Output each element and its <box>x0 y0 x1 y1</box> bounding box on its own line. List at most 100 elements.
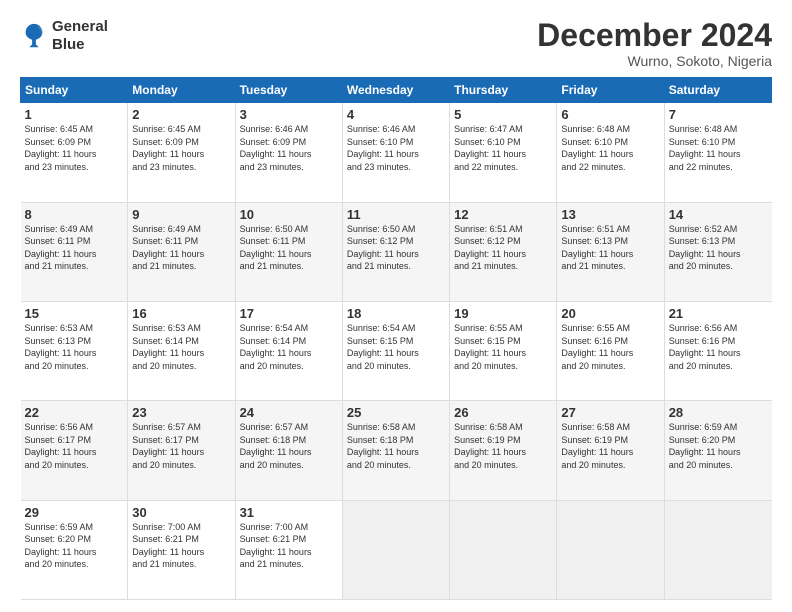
logo-text: General Blue <box>52 18 108 54</box>
calendar-cell: 27Sunrise: 6:58 AM Sunset: 6:19 PM Dayli… <box>557 401 664 500</box>
day-number: 11 <box>347 207 445 222</box>
calendar-cell: 10Sunrise: 6:50 AM Sunset: 6:11 PM Dayli… <box>235 202 342 301</box>
day-info: Sunrise: 7:00 AM Sunset: 6:21 PM Dayligh… <box>132 521 230 571</box>
weekday-header: Tuesday <box>235 78 342 103</box>
day-number: 23 <box>132 405 230 420</box>
day-number: 10 <box>240 207 338 222</box>
calendar-cell: 30Sunrise: 7:00 AM Sunset: 6:21 PM Dayli… <box>128 500 235 599</box>
day-number: 25 <box>347 405 445 420</box>
day-info: Sunrise: 6:54 AM Sunset: 6:15 PM Dayligh… <box>347 322 445 372</box>
day-number: 16 <box>132 306 230 321</box>
calendar-week-row: 8 Sunrise: 6:49 AM Sunset: 6:11 PM Daylig… <box>21 202 772 301</box>
day-number: 24 <box>240 405 338 420</box>
weekday-header: Saturday <box>664 78 771 103</box>
day-info: Sunrise: 6:54 AM Sunset: 6:14 PM Dayligh… <box>240 322 338 372</box>
weekday-header: Thursday <box>450 78 557 103</box>
calendar-cell: 5Sunrise: 6:47 AM Sunset: 6:10 PM Daylig… <box>450 103 557 202</box>
calendar-cell: 29Sunrise: 6:59 AM Sunset: 6:20 PM Dayli… <box>21 500 128 599</box>
day-number: 5 <box>454 107 552 122</box>
calendar-cell: 28Sunrise: 6:59 AM Sunset: 6:20 PM Dayli… <box>664 401 771 500</box>
day-number: 4 <box>347 107 445 122</box>
calendar-cell: 18Sunrise: 6:54 AM Sunset: 6:15 PM Dayli… <box>342 301 449 400</box>
calendar-cell: 6Sunrise: 6:48 AM Sunset: 6:10 PM Daylig… <box>557 103 664 202</box>
day-info: Sunrise: 6:55 AM Sunset: 6:16 PM Dayligh… <box>561 322 659 372</box>
day-info: Sunrise: 6:48 AM Sunset: 6:10 PM Dayligh… <box>561 123 659 173</box>
calendar-week-row: 22Sunrise: 6:56 AM Sunset: 6:17 PM Dayli… <box>21 401 772 500</box>
day-number: 22 <box>25 405 124 420</box>
calendar-cell: 23Sunrise: 6:57 AM Sunset: 6:17 PM Dayli… <box>128 401 235 500</box>
day-info: Sunrise: 6:49 AM Sunset: 6:11 PM Dayligh… <box>132 223 230 273</box>
day-info: Sunrise: 6:53 AM Sunset: 6:13 PM Dayligh… <box>25 322 124 372</box>
day-info: Sunrise: 6:53 AM Sunset: 6:14 PM Dayligh… <box>132 322 230 372</box>
day-info: Sunrise: 6:58 AM Sunset: 6:19 PM Dayligh… <box>454 421 552 471</box>
calendar-cell: 2Sunrise: 6:45 AM Sunset: 6:09 PM Daylig… <box>128 103 235 202</box>
day-number: 7 <box>669 107 768 122</box>
day-number: 27 <box>561 405 659 420</box>
calendar-cell: 13Sunrise: 6:51 AM Sunset: 6:13 PM Dayli… <box>557 202 664 301</box>
calendar-table: SundayMondayTuesdayWednesdayThursdayFrid… <box>20 77 772 600</box>
calendar-cell: 7Sunrise: 6:48 AM Sunset: 6:10 PM Daylig… <box>664 103 771 202</box>
calendar-cell: 14Sunrise: 6:52 AM Sunset: 6:13 PM Dayli… <box>664 202 771 301</box>
day-number: 28 <box>669 405 768 420</box>
day-number: 8 <box>25 207 124 222</box>
day-info: Sunrise: 6:46 AM Sunset: 6:09 PM Dayligh… <box>240 123 338 173</box>
day-number: 2 <box>132 107 230 122</box>
weekday-header: Sunday <box>21 78 128 103</box>
calendar-cell: 15Sunrise: 6:53 AM Sunset: 6:13 PM Dayli… <box>21 301 128 400</box>
day-number: 19 <box>454 306 552 321</box>
day-info: Sunrise: 6:46 AM Sunset: 6:10 PM Dayligh… <box>347 123 445 173</box>
calendar-cell: 4Sunrise: 6:46 AM Sunset: 6:10 PM Daylig… <box>342 103 449 202</box>
day-info: Sunrise: 6:52 AM Sunset: 6:13 PM Dayligh… <box>669 223 768 273</box>
logo-icon <box>20 22 48 50</box>
day-info: Sunrise: 6:45 AM Sunset: 6:09 PM Dayligh… <box>25 123 124 173</box>
calendar-cell: 25Sunrise: 6:58 AM Sunset: 6:18 PM Dayli… <box>342 401 449 500</box>
day-number: 30 <box>132 505 230 520</box>
header: General Blue December 2024 Wurno, Sokoto… <box>20 18 772 69</box>
month-title: December 2024 <box>537 18 772 53</box>
day-info: Sunrise: 6:50 AM Sunset: 6:11 PM Dayligh… <box>240 223 338 273</box>
weekday-header: Friday <box>557 78 664 103</box>
calendar-cell: 26Sunrise: 6:58 AM Sunset: 6:19 PM Dayli… <box>450 401 557 500</box>
day-info: Sunrise: 6:47 AM Sunset: 6:10 PM Dayligh… <box>454 123 552 173</box>
day-number: 6 <box>561 107 659 122</box>
page: General Blue December 2024 Wurno, Sokoto… <box>0 0 792 612</box>
day-info: Sunrise: 6:57 AM Sunset: 6:18 PM Dayligh… <box>240 421 338 471</box>
calendar-cell: 21Sunrise: 6:56 AM Sunset: 6:16 PM Dayli… <box>664 301 771 400</box>
weekday-header: Monday <box>128 78 235 103</box>
day-number: 9 <box>132 207 230 222</box>
day-number: 12 <box>454 207 552 222</box>
day-info: Sunrise: 6:59 AM Sunset: 6:20 PM Dayligh… <box>669 421 768 471</box>
calendar-cell <box>557 500 664 599</box>
calendar-cell: 20Sunrise: 6:55 AM Sunset: 6:16 PM Dayli… <box>557 301 664 400</box>
calendar-cell <box>664 500 771 599</box>
day-info: Sunrise: 6:57 AM Sunset: 6:17 PM Dayligh… <box>132 421 230 471</box>
weekday-header: Wednesday <box>342 78 449 103</box>
title-block: December 2024 Wurno, Sokoto, Nigeria <box>537 18 772 69</box>
calendar-cell: 9Sunrise: 6:49 AM Sunset: 6:11 PM Daylig… <box>128 202 235 301</box>
day-number: 17 <box>240 306 338 321</box>
logo: General Blue <box>20 18 108 54</box>
day-info: Sunrise: 6:50 AM Sunset: 6:12 PM Dayligh… <box>347 223 445 273</box>
calendar-cell: 24Sunrise: 6:57 AM Sunset: 6:18 PM Dayli… <box>235 401 342 500</box>
calendar-cell <box>342 500 449 599</box>
calendar-cell: 1Sunrise: 6:45 AM Sunset: 6:09 PM Daylig… <box>21 103 128 202</box>
calendar-cell: 11Sunrise: 6:50 AM Sunset: 6:12 PM Dayli… <box>342 202 449 301</box>
calendar-cell: 16Sunrise: 6:53 AM Sunset: 6:14 PM Dayli… <box>128 301 235 400</box>
day-info: Sunrise: 6:58 AM Sunset: 6:19 PM Dayligh… <box>561 421 659 471</box>
day-info: Sunrise: 6:59 AM Sunset: 6:20 PM Dayligh… <box>25 521 124 571</box>
day-info: Sunrise: 6:51 AM Sunset: 6:12 PM Dayligh… <box>454 223 552 273</box>
day-number: 1 <box>25 107 124 122</box>
day-number: 29 <box>25 505 124 520</box>
day-info: Sunrise: 6:51 AM Sunset: 6:13 PM Dayligh… <box>561 223 659 273</box>
day-number: 20 <box>561 306 659 321</box>
calendar-cell: 31Sunrise: 7:00 AM Sunset: 6:21 PM Dayli… <box>235 500 342 599</box>
calendar-week-row: 1Sunrise: 6:45 AM Sunset: 6:09 PM Daylig… <box>21 103 772 202</box>
calendar-cell: 8Sunrise: 6:49 AM Sunset: 6:11 PM Daylig… <box>21 202 128 301</box>
calendar-cell <box>450 500 557 599</box>
calendar-cell: 22Sunrise: 6:56 AM Sunset: 6:17 PM Dayli… <box>21 401 128 500</box>
calendar-cell: 12Sunrise: 6:51 AM Sunset: 6:12 PM Dayli… <box>450 202 557 301</box>
calendar-cell: 3Sunrise: 6:46 AM Sunset: 6:09 PM Daylig… <box>235 103 342 202</box>
day-number: 13 <box>561 207 659 222</box>
day-info: Sunrise: 6:48 AM Sunset: 6:10 PM Dayligh… <box>669 123 768 173</box>
day-number: 26 <box>454 405 552 420</box>
